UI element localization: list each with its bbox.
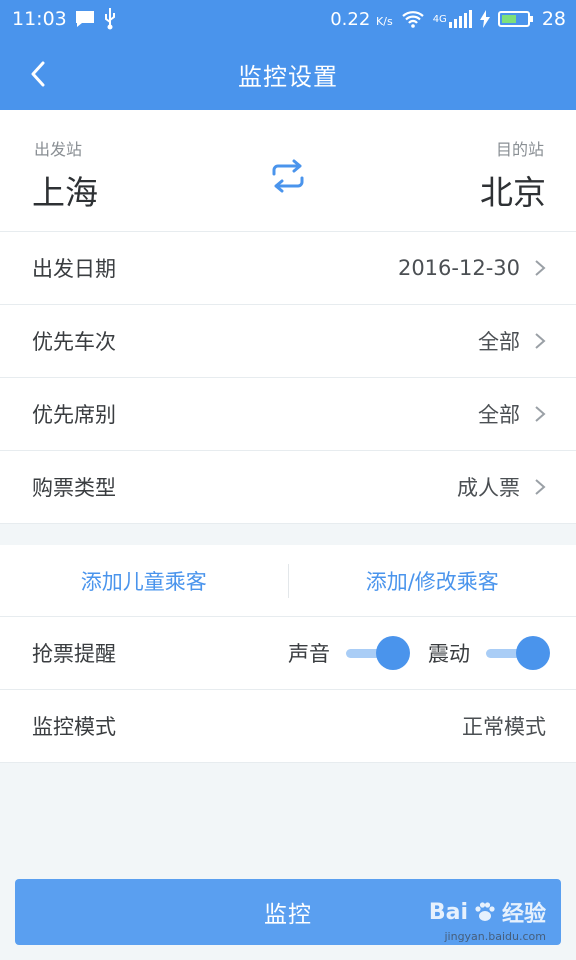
baidu-jingyan-watermark: Bai 经验 jingyan.baidu.com: [429, 896, 546, 944]
departure-date-value-group: 2016-12-30: [398, 256, 546, 280]
sound-toggle-knob: [376, 636, 410, 670]
app-root: 11:03 0.22 K/s 4G 28 监控设置 出发站 上海 目的站 北京 …: [0, 0, 576, 960]
passenger-actions: 添加儿童乘客 添加/修改乘客: [0, 545, 576, 617]
preferred-seat-value: 全部: [478, 403, 520, 427]
watermark-brand: Bai 经验: [429, 896, 546, 928]
reminder-toggles: 声音 震动: [288, 636, 550, 670]
vibrate-toggle[interactable]: [486, 636, 550, 670]
status-left: 11:03: [12, 8, 117, 30]
from-station-name[interactable]: 上海: [32, 166, 98, 214]
paw-icon: [475, 902, 495, 921]
add-child-passenger-button[interactable]: 添加儿童乘客: [0, 545, 288, 616]
battery-fill: [501, 15, 516, 23]
chevron-right-icon: [535, 479, 546, 495]
status-right: 0.22 K/s 4G 28: [330, 8, 566, 30]
sound-toggle[interactable]: [346, 636, 410, 670]
preferred-train-value-group: 全部: [478, 326, 546, 356]
title-bar: 监控设置: [0, 38, 576, 110]
preferred-seat-row[interactable]: 优先席别 全部: [0, 378, 576, 451]
swap-stations-button[interactable]: [266, 154, 310, 198]
ticket-reminder-label: 抢票提醒: [32, 642, 116, 666]
departure-date-row[interactable]: 出发日期 2016-12-30: [0, 232, 576, 305]
ticket-type-value-group: 成人票: [457, 472, 546, 502]
to-station-label: 目的站: [495, 140, 544, 159]
departure-date-label: 出发日期: [32, 257, 116, 281]
watermark-brand-right: 经验: [501, 902, 546, 927]
departure-date-value: 2016-12-30: [397, 256, 520, 280]
chevron-right-icon: [535, 260, 546, 276]
signal-icon: [448, 10, 472, 28]
preferred-train-value: 全部: [478, 330, 520, 354]
watermark-url: jingyan.baidu.com: [444, 930, 546, 943]
monitor-mode-row[interactable]: 监控模式 正常模式: [0, 690, 576, 763]
swap-arrows-icon: [272, 159, 304, 193]
network-speed-unit: K/s: [376, 14, 393, 28]
chevron-right-icon: [535, 333, 546, 349]
chevron-right-icon: [535, 406, 546, 422]
back-button[interactable]: [16, 52, 60, 96]
sound-label: 声音: [288, 642, 330, 666]
station-selector: 出发站 上海 目的站 北京: [0, 110, 576, 232]
wifi-icon: [401, 11, 424, 28]
to-station-name[interactable]: 北京: [480, 166, 546, 214]
network-type: 4G: [432, 14, 447, 25]
watermark-brand-left: Bai: [428, 899, 468, 925]
ticket-reminder-row: 抢票提醒 声音 震动: [0, 617, 576, 690]
status-time: 11:03: [12, 8, 67, 30]
monitor-mode-value: 正常模式: [462, 715, 546, 739]
vibrate-label: 震动: [428, 642, 470, 666]
ticket-type-label: 购票类型: [32, 476, 116, 500]
battery-level: 28: [541, 8, 566, 30]
add-edit-passenger-button[interactable]: 添加/修改乘客: [289, 545, 576, 616]
network-speed-value: 0.22: [330, 8, 371, 30]
preferred-train-label: 优先车次: [32, 330, 116, 354]
ticket-type-value: 成人票: [457, 476, 520, 500]
charging-icon: [479, 10, 490, 28]
preferred-seat-value-group: 全部: [478, 399, 546, 429]
status-bar: 11:03 0.22 K/s 4G 28: [0, 0, 576, 38]
from-station-label: 出发站: [34, 140, 83, 159]
chevron-left-icon: [31, 61, 45, 87]
vibrate-toggle-knob: [516, 636, 550, 670]
battery-icon: [497, 11, 533, 27]
message-icon: [75, 11, 94, 27]
ticket-type-row[interactable]: 购票类型 成人票: [0, 451, 576, 524]
preferred-seat-label: 优先席别: [32, 403, 116, 427]
preferred-train-row[interactable]: 优先车次 全部: [0, 305, 576, 378]
network-speed: 0.22 K/s: [330, 9, 392, 30]
monitor-mode-label: 监控模式: [32, 715, 116, 739]
usb-icon: [104, 8, 115, 30]
page-title: 监控设置: [238, 62, 338, 91]
